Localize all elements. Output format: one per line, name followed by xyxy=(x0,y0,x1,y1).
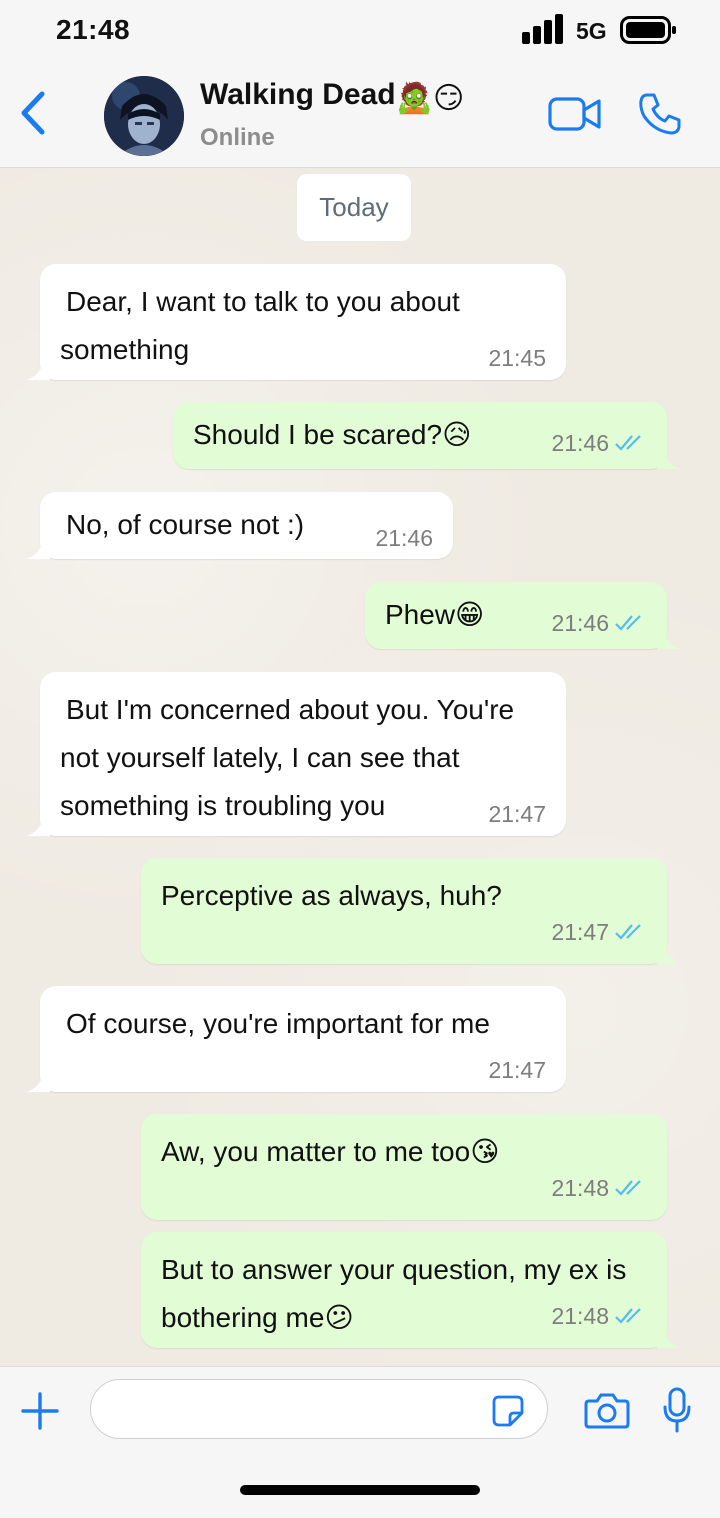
input-bar xyxy=(0,1366,720,1518)
phone-icon[interactable] xyxy=(638,92,682,136)
message-text: Should I be scared? xyxy=(193,419,443,450)
message-input[interactable] xyxy=(90,1379,548,1439)
bubble-tail xyxy=(657,944,681,964)
read-ticks-icon xyxy=(615,924,641,940)
plus-icon[interactable] xyxy=(20,1391,60,1431)
message-emoji: 😥 xyxy=(442,419,472,450)
smirk-emoji: 😏 xyxy=(432,82,465,115)
bubble-tail xyxy=(657,449,681,469)
read-ticks-icon xyxy=(615,615,641,631)
message-meta: 21:48 xyxy=(551,1176,647,1200)
message-emoji: 😘 xyxy=(470,1136,500,1167)
status-bar: 21:48 5G xyxy=(0,0,720,62)
message-time: 21:47 xyxy=(488,801,546,827)
avatar[interactable] xyxy=(104,76,184,156)
contact-name-text: Walking Dead xyxy=(200,78,396,111)
signal-icon xyxy=(522,14,563,44)
video-call-icon[interactable] xyxy=(548,96,602,132)
read-ticks-icon xyxy=(615,435,641,451)
message-time: 21:46 xyxy=(551,610,609,636)
contact-name[interactable]: Walking Dead🧟😏 xyxy=(200,78,464,116)
bubble-tail xyxy=(26,816,50,836)
avatar-image xyxy=(104,76,184,156)
message-text: Aw, you matter to me too xyxy=(161,1136,471,1167)
message-emoji: 😕 xyxy=(324,1302,354,1333)
home-indicator[interactable] xyxy=(240,1485,480,1495)
message-text: Of course, you're important for me xyxy=(66,1008,490,1039)
message-time: 21:46 xyxy=(375,525,433,551)
message-bubble-outgoing[interactable]: Perceptive as always, huh? 21:47 xyxy=(141,858,681,964)
message-bubble-incoming[interactable]: Dear, I want to talk to you about someth… xyxy=(26,264,566,380)
read-ticks-icon xyxy=(615,1308,641,1324)
bubble-tail xyxy=(26,360,50,380)
message-time: 21:47 xyxy=(488,1057,546,1083)
message-text: Dear, I want to talk to you about someth… xyxy=(60,286,460,365)
message-meta: 21:47 xyxy=(551,920,647,944)
message-text: Perceptive as always, huh? xyxy=(161,880,502,911)
message-text: Phew xyxy=(385,599,456,630)
message-time: 21:46 xyxy=(551,430,609,456)
message-meta: 21:46 xyxy=(551,431,647,455)
sticker-icon[interactable] xyxy=(492,1395,524,1427)
message-bubble-incoming[interactable]: But I'm concerned about you. You're not … xyxy=(26,672,566,836)
message-bubble-incoming[interactable]: No, of course not :) 21:46 xyxy=(26,492,453,559)
message-meta: 21:46 xyxy=(551,611,647,635)
message-bubble-incoming[interactable]: Of course, you're important for me 21:47 xyxy=(26,986,566,1092)
message-bubble-outgoing[interactable]: But to answer your question, my ex is bo… xyxy=(141,1232,681,1348)
message-time: 21:48 xyxy=(551,1303,609,1329)
message-text: But I'm concerned about you. You're not … xyxy=(60,694,515,821)
read-ticks-icon xyxy=(615,1180,641,1196)
chat-header: Walking Dead🧟😏 Online xyxy=(0,62,720,168)
message-meta: 21:48 xyxy=(551,1304,647,1328)
back-chevron-icon[interactable] xyxy=(14,88,50,138)
message-time: 21:48 xyxy=(551,1175,609,1201)
camera-icon[interactable] xyxy=(584,1393,630,1429)
message-time: 21:45 xyxy=(488,345,546,371)
message-time: 21:47 xyxy=(551,919,609,945)
message-emoji: 😁 xyxy=(455,599,485,630)
bubble-tail xyxy=(26,1072,50,1092)
message-bubble-outgoing[interactable]: Phew😁 21:46 xyxy=(365,582,681,649)
message-text-row: Aw, you matter to me too😘 xyxy=(161,1128,647,1176)
chat-area[interactable]: Today Dear, I want to talk to you about … xyxy=(0,168,720,1366)
message-bubble-outgoing[interactable]: Should I be scared?😥 21:46 xyxy=(173,402,681,469)
message-bubble-outgoing[interactable]: Aw, you matter to me too😘 21:48 xyxy=(141,1114,667,1220)
network-type: 5G xyxy=(576,18,607,44)
bubble-tail xyxy=(657,629,681,649)
status-time: 21:48 xyxy=(56,14,131,45)
bubble-tail xyxy=(657,1328,681,1348)
battery-icon xyxy=(620,16,676,44)
zombie-emoji: 🧟 xyxy=(395,82,433,115)
contact-status: Online xyxy=(200,124,275,151)
microphone-icon[interactable] xyxy=(662,1387,692,1435)
bubble-tail xyxy=(26,539,50,559)
date-separator: Today xyxy=(297,174,411,241)
